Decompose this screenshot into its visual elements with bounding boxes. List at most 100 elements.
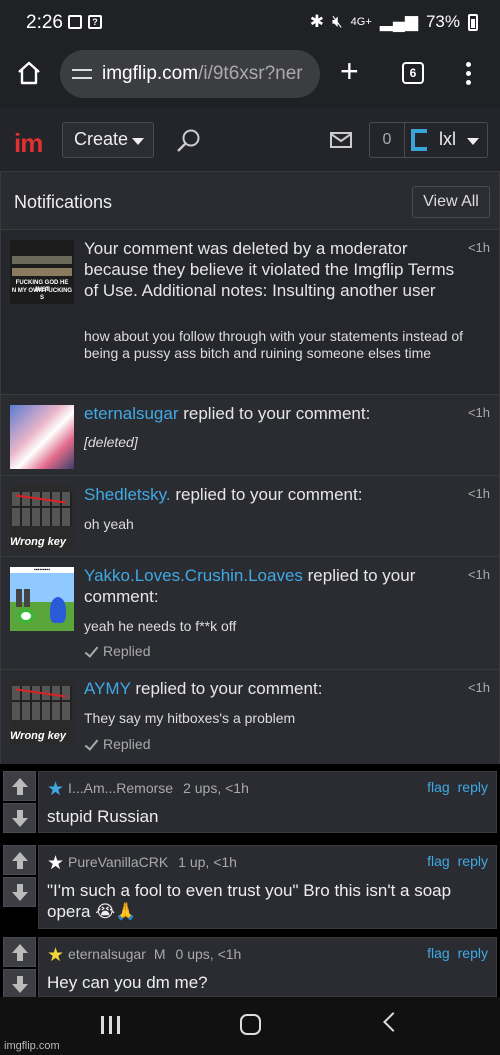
- star-icon: ★: [47, 779, 65, 800]
- reply-link[interactable]: reply: [458, 779, 488, 795]
- thumbnail-caption: Wrong key: [10, 536, 67, 548]
- site-header: im Create 0 lxl: [0, 108, 500, 172]
- flag-link[interactable]: flag: [427, 779, 450, 795]
- thumbnail-caption: Wrong key: [10, 730, 67, 742]
- comment-username[interactable]: PureVanillaCRK: [68, 854, 168, 870]
- url-host: imgflip.com: [102, 63, 199, 84]
- comment-ups: 0 ups, <1h: [175, 946, 242, 962]
- replied-label: Replied: [103, 736, 151, 752]
- comment-username[interactable]: I...Am...Remorse: [68, 780, 173, 796]
- notification-time: <1h: [467, 240, 490, 255]
- notification-time: <1h: [467, 680, 490, 695]
- arrow-down-icon: [12, 810, 28, 827]
- home-icon[interactable]: [16, 60, 42, 86]
- notification-item[interactable]: eternalsugar replied to your comment: [d…: [1, 395, 499, 476]
- signal-icon: ▂▄▆: [379, 12, 418, 31]
- battery-percent: 73%: [425, 12, 460, 31]
- view-all-button[interactable]: View All: [412, 186, 490, 218]
- notification-time: <1h: [467, 405, 490, 420]
- comment: ★ PureVanillaCRK 1 up, <1h flag reply "I'm …: [3, 845, 497, 929]
- upvote-button[interactable]: [3, 771, 36, 801]
- browser-toolbar: imgflip.com/i/9t6xsr?ner + 6: [0, 46, 500, 108]
- notification-comment-text: how about you follow through with your s…: [84, 328, 463, 361]
- new-tab-icon[interactable]: +: [340, 55, 359, 87]
- notification-comment-text: [deleted]: [84, 434, 138, 450]
- network-label: 4G+: [350, 16, 372, 28]
- notification-username-link[interactable]: Yakko.Loves.Crushin.Loaves: [84, 566, 303, 585]
- user-menu-button[interactable]: lxl: [404, 122, 488, 158]
- notification-thumbnail[interactable]: ▪▪▪▪▪▪▪▪▪: [10, 567, 74, 631]
- address-bar[interactable]: imgflip.com/i/9t6xsr?ner: [60, 50, 320, 98]
- star-icon: ★: [47, 945, 65, 966]
- comment-text: Hey can you dm me?: [47, 973, 208, 992]
- mute-icon: 🔇︎: [331, 12, 343, 31]
- arrow-up-icon: [12, 852, 28, 869]
- create-button[interactable]: Create: [62, 122, 154, 158]
- notification-item[interactable]: FUCKING GOD HE JUST N MY OWN FUCKING S Y…: [1, 230, 499, 395]
- chevron-down-icon: [132, 138, 144, 145]
- notification-item[interactable]: Wrong key AYMY replied to your comment: …: [1, 670, 499, 764]
- downvote-button[interactable]: [3, 803, 36, 833]
- notification-item[interactable]: Wrong key Shedletsky. replied to your co…: [1, 476, 499, 557]
- reply-link[interactable]: reply: [458, 945, 488, 961]
- battery-icon: [468, 13, 478, 31]
- arrow-down-icon: [12, 884, 28, 901]
- thumbnail-caption: N MY OWN FUCKING S: [11, 288, 73, 301]
- status-time: 2:26: [26, 12, 63, 33]
- notification-time: <1h: [467, 486, 490, 501]
- notification-username-link[interactable]: Shedletsky.: [84, 485, 171, 504]
- avatar: [411, 129, 427, 151]
- flag-link[interactable]: flag: [427, 853, 450, 869]
- notification-username-link[interactable]: AYMY: [84, 679, 131, 698]
- comment-text: stupid Russian: [47, 807, 159, 826]
- upvote-button[interactable]: [3, 937, 36, 967]
- mail-icon[interactable]: [330, 131, 352, 149]
- notification-thumbnail[interactable]: Wrong key: [10, 680, 74, 744]
- status-bar: 2:26 ? ✱ 🔇︎ 4G+ ▂▄▆ 73%: [0, 0, 500, 46]
- comment-text: "I'm such a fool to even trust you" Bro …: [47, 881, 452, 921]
- site-settings-icon[interactable]: [72, 66, 92, 82]
- recents-icon[interactable]: [101, 1016, 121, 1034]
- notification-thumbnail[interactable]: [10, 405, 74, 469]
- upvote-button[interactable]: [3, 845, 36, 875]
- downvote-button[interactable]: [3, 969, 36, 999]
- notification-action-text: replied to your comment:: [170, 485, 363, 504]
- notifications-panel: Notifications View All FUCKING GOD HE JU…: [0, 172, 500, 764]
- replied-label: Replied: [103, 643, 151, 659]
- notifications-header: Notifications View All: [1, 172, 499, 230]
- comment-ups: 1 up, <1h: [178, 854, 237, 870]
- replied-status: Replied: [84, 643, 150, 659]
- more-menu-icon[interactable]: [466, 62, 472, 86]
- home-button-icon[interactable]: [240, 1014, 261, 1035]
- notification-time: <1h: [467, 567, 490, 582]
- downvote-button[interactable]: [3, 877, 36, 907]
- system-nav-bar: [0, 997, 500, 1055]
- replied-status: Replied: [84, 736, 150, 752]
- star-icon: ★: [47, 853, 65, 874]
- tab-switcher-button[interactable]: 6: [402, 62, 424, 84]
- create-label: Create: [74, 129, 129, 149]
- url-path: /i/9t6xsr?ner: [198, 63, 303, 84]
- notification-thumbnail[interactable]: Wrong key: [10, 486, 74, 550]
- reply-link[interactable]: reply: [458, 853, 488, 869]
- flag-link[interactable]: flag: [427, 945, 450, 961]
- question-icon: ?: [88, 15, 102, 29]
- checkmark-icon: [84, 643, 99, 658]
- comment-ups: 2 ups, <1h: [183, 780, 249, 796]
- mod-badge: M: [153, 946, 166, 962]
- back-icon[interactable]: [383, 1012, 403, 1032]
- notification-item[interactable]: ▪▪▪▪▪▪▪▪▪ Yakko.Loves.Crushin.Loaves rep…: [1, 557, 499, 670]
- notification-comment-text: yeah he needs to f**k off: [84, 618, 237, 634]
- comment: ★ I...Am...Remorse 2 ups, <1h flag reply st…: [3, 771, 497, 833]
- imgflip-logo[interactable]: im: [14, 128, 43, 159]
- image-icon: [68, 15, 82, 29]
- search-icon[interactable]: [176, 128, 202, 154]
- notification-thumbnail[interactable]: FUCKING GOD HE JUST N MY OWN FUCKING S: [10, 240, 74, 304]
- username-label: lxl: [439, 129, 456, 149]
- notification-count[interactable]: 0: [369, 122, 405, 158]
- notification-username-link[interactable]: eternalsugar: [84, 404, 179, 423]
- chevron-down-icon: [467, 138, 479, 145]
- notification-message: Your comment was deleted by a moderator …: [84, 239, 455, 300]
- comment-username[interactable]: eternalsugar: [68, 946, 146, 962]
- notifications-title: Notifications: [14, 192, 113, 212]
